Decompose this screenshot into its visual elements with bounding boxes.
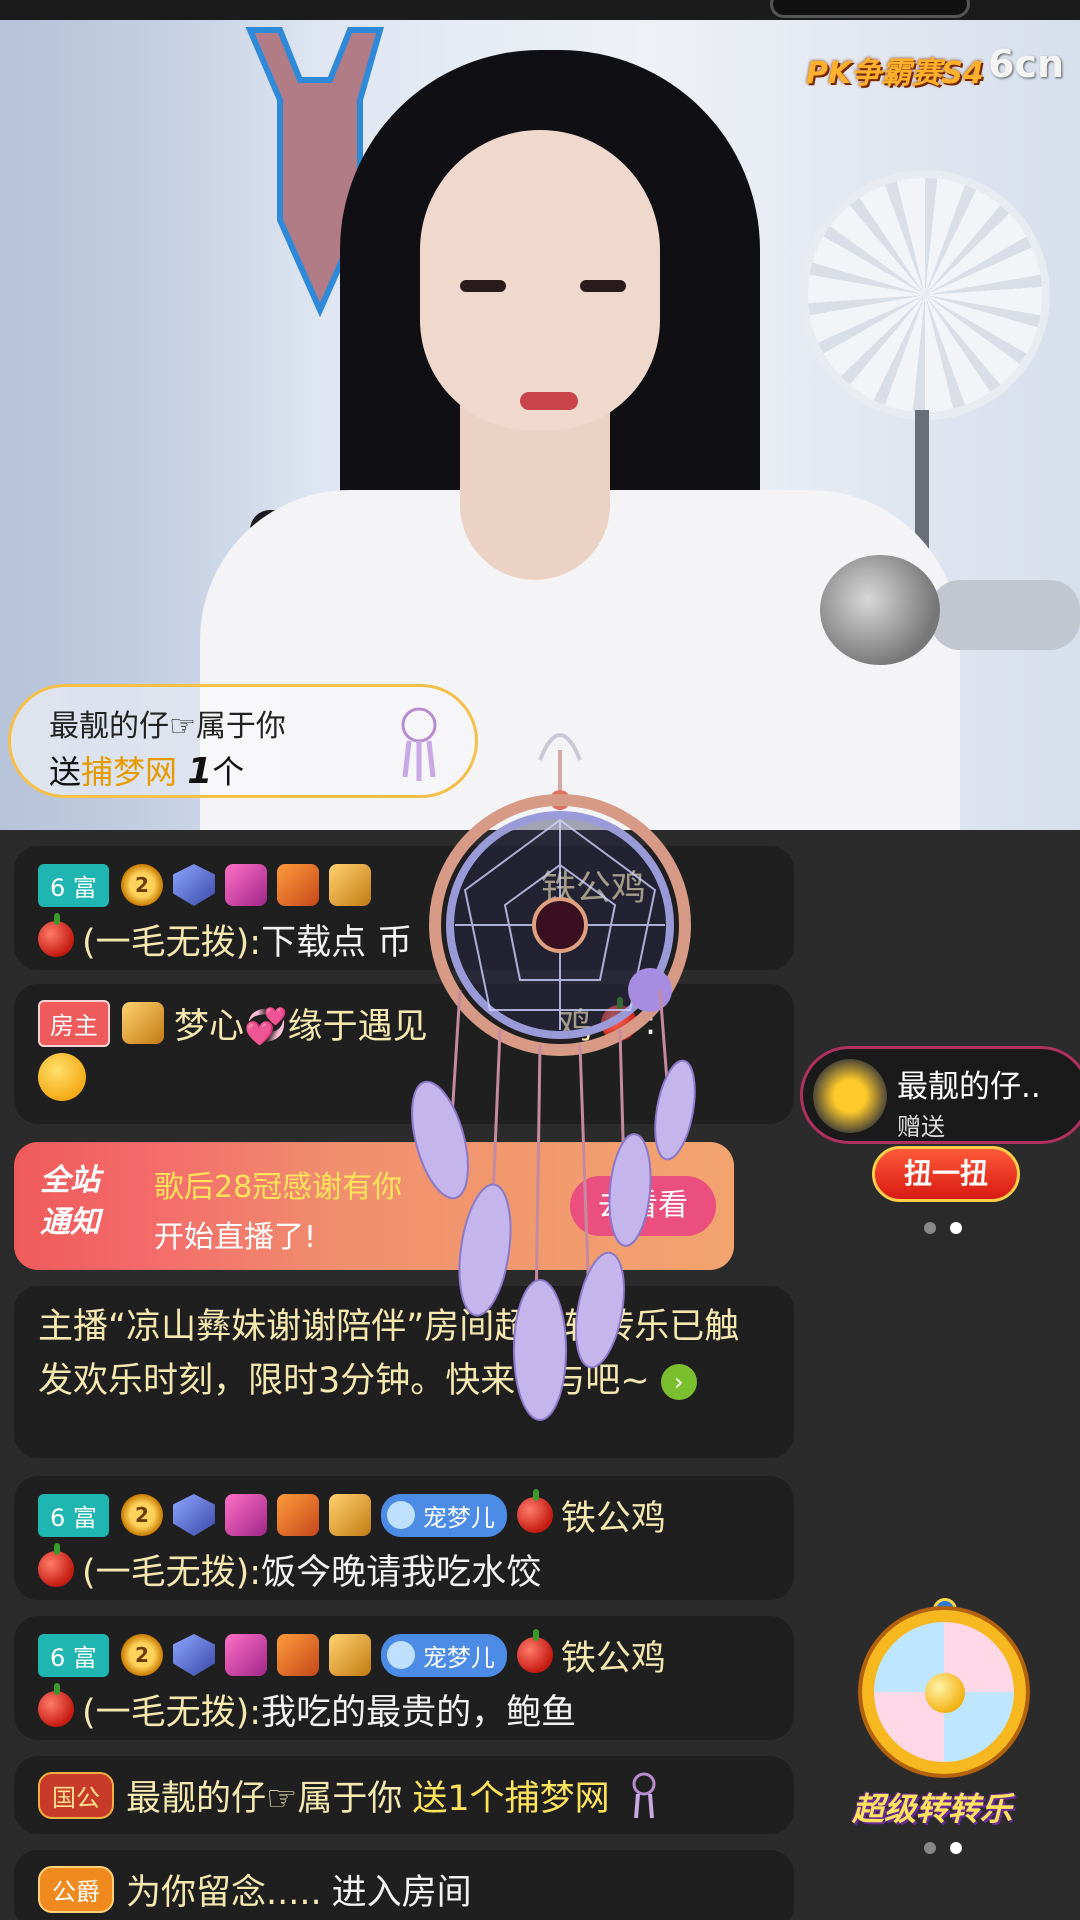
gift-box-icon	[276, 1634, 319, 1676]
gold-badge-icon	[122, 1002, 164, 1044]
rich-level-badge: 6 富	[38, 1493, 109, 1537]
heart-icon	[386, 1501, 415, 1529]
chat-message: 国公 最靓的仔☞属于你 送1个捕梦网	[14, 1756, 794, 1834]
chat-username[interactable]: 铁公鸡	[541, 860, 646, 911]
chat-prefix: (一毛无拨):	[82, 1552, 262, 1593]
gift-line: 送捕梦网 1个	[49, 747, 244, 793]
chat-username[interactable]: 最靓的仔☞属于你	[126, 1770, 402, 1821]
shield-icon	[172, 1634, 215, 1676]
gift-box-icon	[276, 864, 319, 906]
system-message[interactable]: 主播“凉山彝妹谢谢陪伴”房间超级转转乐已触发欢乐时刻，限时3分钟。快来参与吧~ …	[14, 1286, 794, 1458]
system-text: 主播“凉山彝妹谢谢陪伴”房间超级转转乐已触发欢乐时刻，限时3分钟。快来参与吧~	[38, 1307, 740, 1401]
chat-prefix: (一毛无拨):	[82, 1692, 262, 1733]
heart-icon	[386, 1641, 415, 1669]
mic-arm	[930, 580, 1080, 650]
gold-badge-icon	[328, 864, 371, 906]
notice-subtitle: 开始直播了!	[154, 1220, 317, 1255]
gift-banner: 最靓的仔☞属于你 送捕梦网 1个	[8, 684, 478, 798]
site-notice[interactable]: 全站 通知 歌后28冠感谢有你 开始直播了! 去看看	[14, 1142, 734, 1270]
chat-username[interactable]: 铁公鸡	[561, 1490, 666, 1541]
apple-icon	[600, 997, 637, 1041]
chat-message: 公爵 为你留念..... 进入房间	[14, 1850, 794, 1920]
brand-badge: PK争霸赛S4	[806, 56, 984, 91]
streamer-eye-right	[580, 280, 626, 292]
host-badge: 房主	[38, 999, 110, 1047]
chat-username[interactable]: 铁公鸡	[561, 1630, 666, 1681]
star-badge-icon	[224, 1634, 267, 1676]
gift-popup[interactable]: 最靓的仔.. 赠送	[800, 1046, 1080, 1144]
chat-username[interactable]: 梦心💞缘于遇见	[174, 998, 428, 1049]
twist-button[interactable]: 扭一扭	[872, 1146, 1020, 1202]
level-star-icon: 2	[120, 1494, 163, 1536]
chat-message: 房主 梦心💞缘于遇见 鸡 :	[14, 984, 794, 1124]
status-bar	[0, 0, 1080, 20]
chat-username[interactable]: 为你留念.....	[126, 1864, 322, 1915]
arrow-right-icon[interactable]: ›	[660, 1364, 697, 1400]
star-badge-icon	[224, 864, 267, 906]
chat-text: 下载点 币	[261, 922, 413, 963]
gift-sender: 最靓的仔☞属于你	[49, 709, 286, 744]
gift-action: 送1个捕梦网	[412, 1778, 610, 1819]
carousel-dots	[924, 1222, 964, 1236]
dreamcatcher-icon	[401, 707, 437, 781]
dreamcatcher-icon	[632, 1772, 656, 1819]
level-star-icon: 2	[120, 1634, 163, 1676]
microphone	[820, 555, 940, 665]
chat-message: 6 富 2 宠梦儿 铁公鸡 (一毛无拨): 我吃的最贵的，鲍鱼	[14, 1616, 794, 1740]
pet-badge: 宠梦儿	[380, 1633, 507, 1677]
chat-prefix: (一毛无拨):	[82, 922, 262, 963]
star-badge-icon	[224, 1494, 267, 1536]
rich-level-badge: 6 富	[38, 863, 109, 907]
apple-icon	[516, 1629, 553, 1673]
yawn-emoji-icon	[38, 1053, 86, 1101]
gift-popup-name: 最靓的仔..	[897, 1069, 1041, 1105]
chat-colon: :	[644, 1003, 657, 1043]
streamer-face	[420, 130, 660, 430]
noble-badge: 公爵	[38, 1865, 114, 1913]
send-word: 送	[49, 753, 82, 791]
chat-text: 饭今晚请我吃水饺	[261, 1552, 542, 1593]
level-star-icon: 2	[120, 864, 163, 906]
rich-level-badge: 6 富	[38, 1633, 109, 1677]
notice-tag: 全站 通知	[40, 1160, 130, 1244]
noble-badge: 国公	[38, 1771, 114, 1819]
shield-icon	[172, 864, 215, 906]
apple-icon	[516, 1489, 553, 1533]
gift-unit: 个	[212, 753, 245, 791]
pet-badge: 宠梦儿	[380, 1493, 507, 1537]
gift-name: 捕梦网	[81, 753, 178, 791]
chat-username-tail: 鸡	[557, 1006, 593, 1047]
motorcycle-icon	[813, 1059, 887, 1133]
wheel-label[interactable]: 超级转转乐	[852, 1784, 1012, 1830]
chat-text: 我吃的最贵的，鲍鱼	[261, 1692, 577, 1733]
apple-icon	[38, 1683, 74, 1727]
gold-badge-icon	[328, 1634, 371, 1676]
fan	[800, 170, 1050, 420]
notice-tag-line2: 通知	[40, 1205, 100, 1240]
wheel-center	[925, 1673, 965, 1713]
gift-quantity: 1	[187, 751, 213, 792]
shield-icon	[172, 1494, 215, 1536]
enter-action: 进入房间	[331, 1872, 472, 1913]
chat-message: 6 富 2 铁公鸡 (一毛无拨): 下载点 币	[14, 846, 794, 970]
go-watch-button[interactable]: 去看看	[570, 1176, 716, 1236]
notice-title: 歌后28冠感谢有你	[154, 1170, 403, 1205]
apple-icon	[38, 1543, 74, 1587]
streamer-lips	[520, 392, 578, 410]
gift-popup-sub: 赠送	[897, 1113, 945, 1141]
notice-tag-line1: 全站	[40, 1163, 100, 1198]
pet-name: 宠梦儿	[422, 1503, 495, 1532]
chat-message: 6 富 2 宠梦儿 铁公鸡 (一毛无拨): 饭今晚请我吃水饺	[14, 1476, 794, 1600]
camera-notch	[770, 0, 970, 18]
carousel-dots	[924, 1842, 964, 1856]
apple-icon	[38, 913, 74, 957]
gold-badge-icon	[328, 1494, 371, 1536]
pet-name: 宠梦儿	[422, 1643, 495, 1672]
site-logo: 6cn	[988, 42, 1065, 86]
streamer-eye-left	[460, 280, 506, 292]
gift-box-icon	[276, 1494, 319, 1536]
